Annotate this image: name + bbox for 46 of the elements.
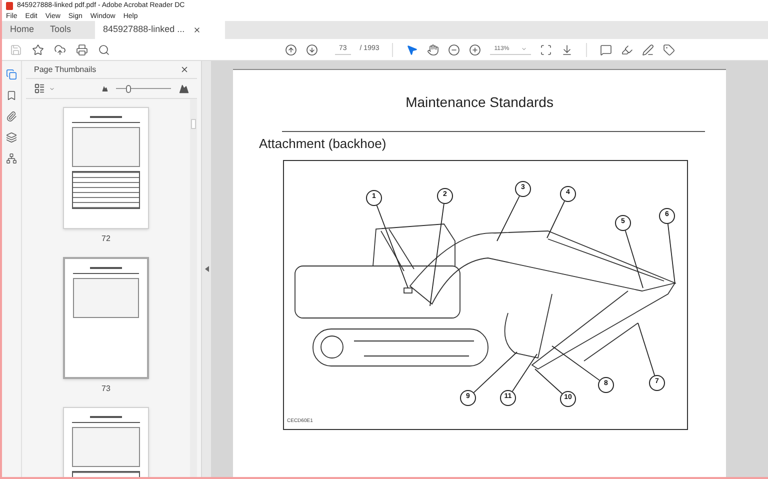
callout-leader-line bbox=[546, 200, 565, 238]
small-mountain-icon bbox=[102, 86, 108, 92]
hand-icon[interactable] bbox=[427, 44, 440, 56]
tab[interactable]: Home bbox=[2, 21, 42, 39]
close-icon[interactable] bbox=[180, 65, 189, 74]
options-icon[interactable] bbox=[34, 83, 45, 94]
zoom-out-icon[interactable] bbox=[448, 44, 460, 56]
print-icon[interactable] bbox=[76, 44, 88, 56]
caret-icon bbox=[521, 46, 528, 52]
tag-icon[interactable] bbox=[663, 44, 676, 56]
callout-leader-line bbox=[667, 223, 676, 284]
page-thumbnail[interactable] bbox=[63, 257, 149, 379]
tree-icon[interactable] bbox=[6, 153, 17, 164]
callout-leader-line bbox=[638, 322, 656, 376]
scrollbar[interactable] bbox=[190, 99, 197, 477]
cloud-upload-icon[interactable] bbox=[54, 44, 66, 56]
sign-icon[interactable] bbox=[642, 44, 654, 56]
scroll-mode-icon[interactable] bbox=[561, 44, 574, 56]
zoom-in-icon[interactable] bbox=[469, 44, 482, 56]
callout-leader-line bbox=[496, 195, 520, 241]
pages-icon[interactable] bbox=[6, 69, 17, 80]
comment-icon[interactable] bbox=[600, 44, 612, 56]
close-icon[interactable] bbox=[192, 26, 201, 34]
highlighter-icon[interactable] bbox=[621, 44, 634, 56]
size-slider[interactable] bbox=[116, 84, 171, 92]
next-page-icon[interactable] bbox=[306, 44, 318, 56]
page-number: 73 bbox=[102, 383, 110, 395]
panel-title: Page Thumbnails bbox=[34, 64, 96, 76]
page-heading: Maintenance Standards bbox=[406, 93, 554, 112]
pointer-icon[interactable] bbox=[406, 44, 418, 56]
page-thumbnail[interactable] bbox=[63, 107, 149, 229]
previous-page-icon[interactable] bbox=[285, 44, 297, 56]
tab[interactable]: Tools bbox=[42, 21, 80, 39]
paperclip-icon[interactable] bbox=[6, 111, 17, 122]
search-icon[interactable] bbox=[98, 44, 110, 56]
fit-page-icon[interactable] bbox=[540, 44, 552, 56]
tab[interactable]: 845927888-linked ... bbox=[95, 21, 226, 39]
slider-thumb[interactable] bbox=[126, 84, 132, 92]
section-title: Attachment (backhoe) bbox=[259, 135, 386, 153]
bookmark-icon[interactable] bbox=[6, 90, 17, 101]
callout-leader-line bbox=[624, 230, 644, 288]
star-icon[interactable] bbox=[32, 44, 44, 56]
layers-icon[interactable] bbox=[6, 132, 17, 143]
large-mountain-icon bbox=[179, 84, 189, 94]
app-logo-icon bbox=[6, 2, 13, 10]
page-number: 72 bbox=[102, 233, 110, 245]
